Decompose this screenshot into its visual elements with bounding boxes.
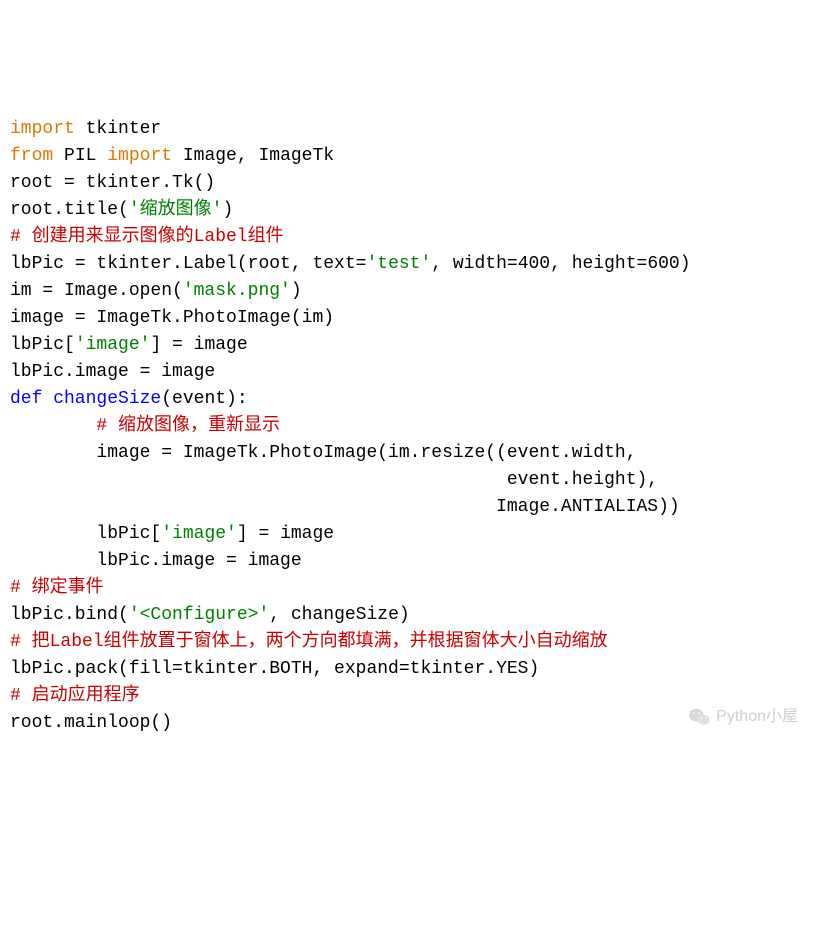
code-line-23: # 把Label组件放置于窗体上，两个方向都填满，并根据窗体大小自动缩放	[10, 629, 823, 656]
code-text: , width=400, height=600)	[431, 254, 690, 274]
code-text: Image, ImageTk	[172, 146, 334, 166]
code-line-15: # 缩放图像，重新显示	[10, 413, 823, 440]
wechat-icon	[688, 707, 710, 727]
code-text: tkinter	[75, 119, 161, 139]
code-text: ] = image	[150, 335, 247, 355]
code-line-12: lbPic.image = image	[10, 359, 823, 386]
code-line-22: lbPic.bind('<Configure>', changeSize)	[10, 602, 823, 629]
code-text: lbPic.image = image	[10, 362, 215, 382]
watermark: Python小屋	[688, 705, 798, 729]
keyword-import: import	[107, 146, 172, 166]
code-text: lbPic.bind(	[10, 605, 129, 625]
comment: # 把Label组件放置于窗体上，两个方向都填满，并根据窗体大小自动缩放	[10, 632, 608, 652]
code-text: PIL	[53, 146, 107, 166]
code-line-7: # 创建用来显示图像的Label组件	[10, 224, 823, 251]
code-text: lbPic[	[10, 524, 161, 544]
code-line-20: lbPic.image = image	[10, 548, 823, 575]
code-text: event.height),	[10, 470, 658, 490]
comment: # 缩放图像，重新显示	[10, 416, 280, 436]
code-text: )	[222, 200, 233, 220]
code-text: )	[291, 281, 302, 301]
code-text: root.mainloop()	[10, 713, 172, 733]
code-text: image = ImageTk.PhotoImage(im)	[10, 308, 334, 328]
code-line-19: lbPic['image'] = image	[10, 521, 823, 548]
string-literal: 'mask.png'	[183, 281, 291, 301]
code-line-16: image = ImageTk.PhotoImage(im.resize((ev…	[10, 440, 823, 467]
code-line-11: lbPic['image'] = image	[10, 332, 823, 359]
keyword-def: def	[10, 389, 42, 409]
code-line-24: lbPic.pack(fill=tkinter.BOTH, expand=tki…	[10, 656, 823, 683]
code-text: root = tkinter.Tk()	[10, 173, 215, 193]
code-text: lbPic[	[10, 335, 75, 355]
code-line-17: event.height),	[10, 467, 823, 494]
code-line-1: import tkinter	[10, 116, 823, 143]
code-line-5: root.title('缩放图像')	[10, 197, 823, 224]
code-text: Image.ANTIALIAS))	[10, 497, 680, 517]
function-name: changeSize	[42, 389, 161, 409]
code-line-8: lbPic = tkinter.Label(root, text='test',…	[10, 251, 823, 278]
string-literal: 'image'	[161, 524, 237, 544]
code-text: , changeSize)	[269, 605, 409, 625]
code-line-2: from PIL import Image, ImageTk	[10, 143, 823, 170]
code-text: lbPic.image = image	[10, 551, 302, 571]
code-line-4: root = tkinter.Tk()	[10, 170, 823, 197]
code-text: (event):	[161, 389, 247, 409]
comment: # 创建用来显示图像的Label组件	[10, 227, 284, 247]
code-line-18: Image.ANTIALIAS))	[10, 494, 823, 521]
code-text: ] = image	[237, 524, 334, 544]
string-literal: '缩放图像'	[129, 200, 223, 220]
string-literal: 'test'	[366, 254, 431, 274]
code-line-21: # 绑定事件	[10, 575, 823, 602]
code-line-9: im = Image.open('mask.png')	[10, 278, 823, 305]
code-text: im = Image.open(	[10, 281, 183, 301]
code-text: lbPic.pack(fill=tkinter.BOTH, expand=tki…	[10, 659, 539, 679]
code-line-10: image = ImageTk.PhotoImage(im)	[10, 305, 823, 332]
code-block: import tkinterfrom PIL import Image, Ima…	[10, 116, 823, 737]
keyword-from: from	[10, 146, 53, 166]
code-text: image = ImageTk.PhotoImage(im.resize((ev…	[10, 443, 637, 463]
code-text: lbPic = tkinter.Label(root, text=	[10, 254, 366, 274]
keyword-import: import	[10, 119, 75, 139]
comment: # 启动应用程序	[10, 686, 140, 706]
code-text: root.title(	[10, 200, 129, 220]
watermark-text: Python小屋	[716, 705, 798, 729]
comment: # 绑定事件	[10, 578, 104, 598]
string-literal: '<Configure>'	[129, 605, 269, 625]
code-line-14: def changeSize(event):	[10, 386, 823, 413]
string-literal: 'image'	[75, 335, 151, 355]
